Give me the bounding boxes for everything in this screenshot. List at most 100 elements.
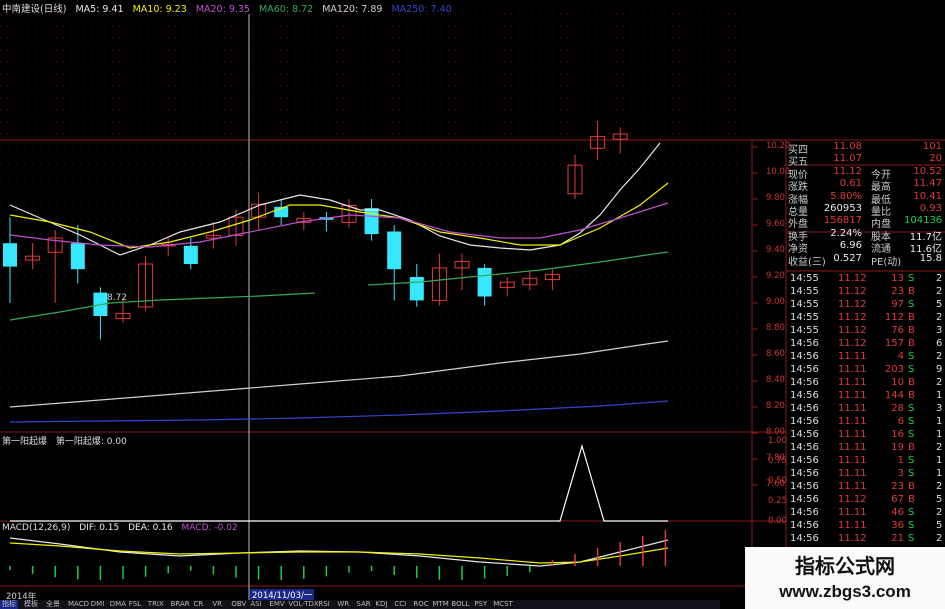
tick-row[interactable]: 14:56 11.11 6 S 1	[788, 416, 945, 429]
quote-v1: 11.07	[833, 153, 862, 165]
tick-p: 11.11	[838, 520, 867, 531]
tick-row[interactable]: 14:56 11.11 10 B 2	[788, 377, 945, 390]
tick-v: 28	[891, 403, 904, 414]
tab-dma[interactable]: DMA	[108, 600, 128, 609]
tick-row[interactable]: 14:56 11.11 46 S 2	[788, 507, 945, 520]
tick-d: S	[908, 468, 915, 479]
tick-p: 11.11	[838, 468, 867, 479]
tick-row[interactable]: 14:56 11.11 203 S 9	[788, 364, 945, 377]
tick-d: S	[908, 429, 915, 440]
tick-d: B	[908, 325, 915, 336]
tab-wr[interactable]: WR	[335, 600, 351, 609]
quote-row: 现价 11.12 今开 10.52	[786, 165, 945, 181]
tick-p: 11.11	[838, 377, 867, 388]
tab-kdj[interactable]: KDJ	[373, 600, 389, 609]
tick-v: 36	[891, 520, 904, 531]
tick-row[interactable]: 14:55 11.12 97 S 5	[788, 299, 945, 312]
tick-n: 5	[936, 520, 943, 531]
tick-v: 23	[891, 481, 904, 492]
tab-rsi[interactable]: RSI	[316, 600, 331, 609]
tab-全景[interactable]: 全景	[44, 600, 62, 609]
tick-d: B	[908, 494, 915, 505]
tick-row[interactable]: 14:56 11.11 144 B 1	[788, 390, 945, 403]
tab-dmi[interactable]: DMI	[89, 600, 107, 609]
tick-row[interactable]: 14:56 11.11 36 S 5	[788, 520, 945, 533]
tab-mcst[interactable]: MCST	[491, 600, 515, 609]
tick-n: 1	[936, 455, 943, 466]
tick-row[interactable]: 14:56 11.12 21 S 2	[788, 533, 945, 546]
indicator1-name: 第一阳起爆	[2, 437, 48, 447]
ma5-line	[9, 142, 661, 256]
quote-v1: 2.24%	[830, 227, 862, 239]
tick-t: 14:56	[790, 403, 819, 414]
tick-n: 2	[936, 442, 943, 453]
stock-title[interactable]: 中南建设(日线)	[2, 4, 66, 15]
tick-d: B	[908, 286, 915, 297]
tab-指标[interactable]: 指标	[0, 600, 18, 609]
tick-row[interactable]: 14:56 11.11 19 B 2	[788, 442, 945, 455]
tick-t: 14:55	[790, 273, 819, 284]
tick-n: 2	[936, 273, 943, 284]
tab-cci[interactable]: CCI	[392, 600, 408, 609]
tick-p: 11.12	[838, 325, 867, 336]
tab-roc[interactable]: ROC	[411, 600, 430, 609]
tick-row[interactable]: 14:56 11.11 28 S 3	[788, 403, 945, 416]
tab-brar[interactable]: BRAR	[169, 600, 192, 609]
tick-n: 2	[936, 286, 943, 297]
tick-row[interactable]: 14:55 11.12 76 B 3	[788, 325, 945, 338]
tick-row[interactable]: 14:56 11.11 23 B 2	[788, 481, 945, 494]
quote-v1: 0.61	[839, 178, 862, 190]
tick-t: 14:56	[790, 533, 819, 544]
quote-v2: 15.8	[919, 252, 942, 264]
quote-row: 换手 2.24% 股本 11.7亿	[786, 227, 945, 243]
macd-header: MACD(12,26,9) DIF: 0.15 DEA: 0.16 MACD: …	[2, 523, 244, 533]
tick-row[interactable]: 14:56 11.11 1 S 1	[788, 455, 945, 468]
tick-n: 1	[936, 468, 943, 479]
quote-v1: 11.08	[833, 141, 862, 152]
tick-t: 14:56	[790, 351, 819, 362]
macd-value: MACD: -0.02	[181, 523, 238, 533]
quote-v2: 10.52	[913, 165, 942, 177]
tab-psy[interactable]: PSY	[472, 600, 489, 609]
tick-p: 11.12	[838, 273, 867, 284]
tab-obv[interactable]: OBV	[229, 600, 248, 609]
tick-t: 14:56	[790, 416, 819, 427]
tick-d: S	[908, 403, 915, 414]
ma10-label: MA10: 9.23	[132, 4, 187, 15]
tick-v: 1	[897, 455, 904, 466]
tab-trix[interactable]: TRIX	[146, 600, 166, 609]
tick-row[interactable]: 14:55 11.12 23 B 2	[788, 286, 945, 299]
tab-模板[interactable]: 模板	[22, 600, 40, 609]
tick-n: 2	[936, 351, 943, 362]
tick-p: 11.12	[838, 286, 867, 297]
tab-boll[interactable]: BOLL	[449, 600, 471, 609]
tick-n: 1	[936, 390, 943, 401]
candle-down	[477, 267, 492, 297]
tick-row[interactable]: 14:55 11.12 13 S 2	[788, 273, 945, 286]
tick-row[interactable]: 14:56 11.12 67 B 5	[788, 494, 945, 507]
tick-row[interactable]: 14:56 11.12 157 B 6	[788, 338, 945, 351]
tab-cr[interactable]: CR	[191, 600, 205, 609]
tick-t: 14:55	[790, 286, 819, 297]
tab-emv[interactable]: EMV	[267, 600, 286, 609]
tab-sar[interactable]: SAR	[354, 600, 372, 609]
tab-vr[interactable]: VR	[210, 600, 224, 609]
watermark-badge: 指标公式网 www.zbgs3.com	[745, 547, 945, 609]
tick-row[interactable]: 14:56 11.11 16 S 1	[788, 429, 945, 442]
tick-d: B	[908, 390, 915, 401]
quote-v2: 10.41	[913, 190, 942, 202]
quote-row: 涨跌 0.61 最高 11.47	[786, 178, 945, 193]
tab-macd[interactable]: MACD	[66, 600, 91, 609]
tick-row[interactable]: 14:56 11.11 4 S 2	[788, 351, 945, 364]
tick-t: 14:56	[790, 455, 819, 466]
quote-v2: 101	[922, 141, 942, 152]
tab-mtm[interactable]: MTM	[430, 600, 450, 609]
tick-row[interactable]: 14:56 11.11 3 S 1	[788, 468, 945, 481]
tick-p: 11.12	[838, 312, 867, 323]
tab-fsl[interactable]: FSL	[127, 600, 143, 609]
tick-d: S	[908, 533, 915, 544]
tick-row[interactable]: 14:55 11.12 112 B 2	[788, 312, 945, 325]
tick-t: 14:56	[790, 377, 819, 388]
quote-v1: 0.527	[833, 252, 862, 264]
tab-asi[interactable]: ASI	[248, 600, 263, 609]
